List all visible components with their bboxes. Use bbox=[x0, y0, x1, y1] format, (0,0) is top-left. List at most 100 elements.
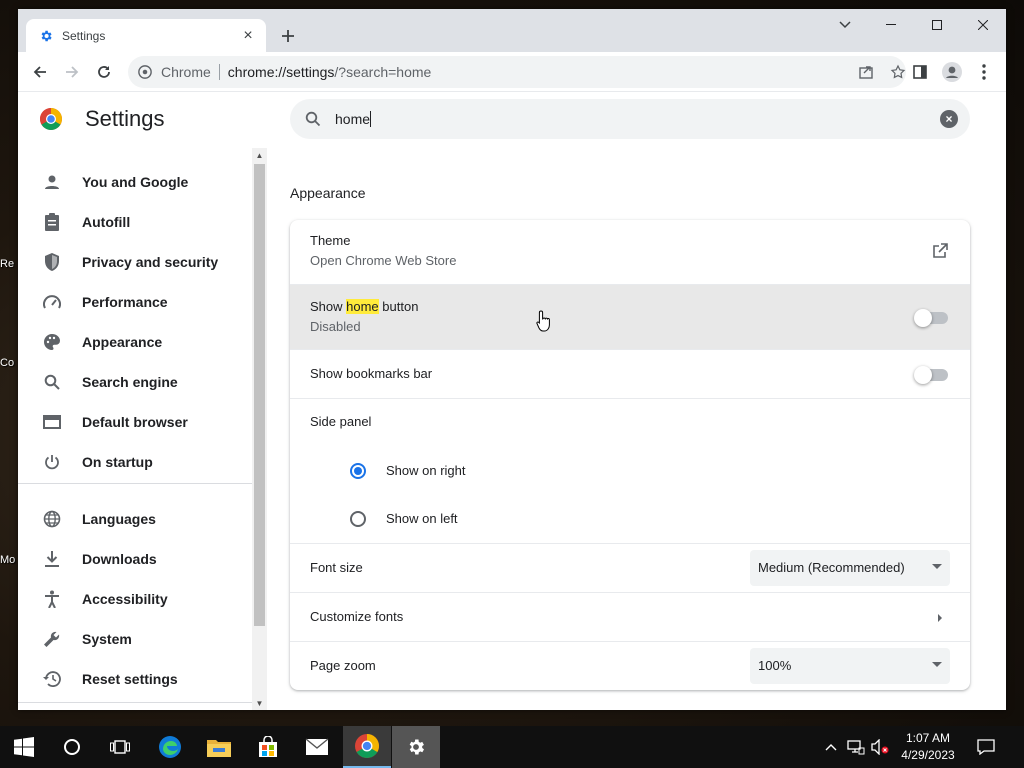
sidebar-scrollbar[interactable]: ▲ ▼ bbox=[252, 148, 267, 710]
close-window-button[interactable] bbox=[960, 9, 1006, 41]
row-subtitle: Disabled bbox=[310, 319, 361, 334]
sidebar-item-label: Downloads bbox=[82, 551, 157, 567]
sidebar-item-system[interactable]: System bbox=[18, 619, 252, 659]
close-tab-icon[interactable]: × bbox=[240, 27, 256, 44]
select-value: 100% bbox=[758, 658, 792, 673]
forward-button[interactable] bbox=[58, 58, 86, 86]
sidebar-item-reset-settings[interactable]: Reset settings bbox=[18, 659, 252, 699]
chrome-taskbar-icon[interactable] bbox=[343, 726, 391, 768]
sidebar-item-downloads[interactable]: Downloads bbox=[18, 539, 252, 579]
sidebar-item-languages[interactable]: Languages bbox=[18, 499, 252, 539]
sidebar-item-label: Search engine bbox=[82, 374, 178, 390]
person-icon bbox=[42, 172, 62, 192]
row-title-part: button bbox=[378, 299, 419, 314]
sidebar-item-label: Appearance bbox=[82, 334, 163, 350]
sidebar-item-appearance[interactable]: Appearance bbox=[18, 322, 252, 362]
customize-fonts-row[interactable]: Customize fonts bbox=[290, 592, 970, 641]
cortana-search-icon[interactable] bbox=[48, 726, 96, 768]
desktop-icon-label[interactable]: Re bbox=[0, 258, 14, 270]
bookmarks-bar-toggle[interactable] bbox=[914, 366, 948, 384]
sidebar-item-autofill[interactable]: Autofill bbox=[18, 202, 252, 242]
search-input[interactable]: home bbox=[335, 111, 372, 127]
side-panel-row: Side panel Show on right Show on left bbox=[290, 398, 970, 543]
task-view-icon[interactable] bbox=[96, 726, 144, 768]
home-button-toggle[interactable] bbox=[914, 309, 948, 327]
sidebar-item-you-and-google[interactable]: You and Google bbox=[18, 162, 252, 202]
page-title: Settings bbox=[85, 106, 165, 131]
radio-show-on-right[interactable] bbox=[350, 463, 366, 479]
minimize-button[interactable] bbox=[868, 9, 914, 41]
taskbar: 1:07 AM 4/29/2023 bbox=[0, 726, 1024, 768]
clipboard-icon bbox=[42, 212, 62, 232]
sidebar-item-on-startup[interactable]: On startup bbox=[18, 442, 252, 482]
start-button[interactable] bbox=[0, 726, 48, 768]
download-icon bbox=[42, 549, 62, 569]
address-bar[interactable]: Chrome chrome://settings/?search=home bbox=[128, 56, 906, 88]
search-input-value: home bbox=[335, 111, 371, 127]
maximize-button[interactable] bbox=[914, 9, 960, 41]
scroll-up-arrow-icon[interactable]: ▲ bbox=[252, 148, 267, 162]
chrome-logo-icon bbox=[40, 108, 62, 130]
url-host: chrome://settings bbox=[227, 64, 335, 80]
open-external-icon[interactable] bbox=[930, 241, 950, 261]
desktop-icon-label[interactable]: Mo bbox=[0, 554, 15, 566]
chrome-logo-icon[interactable] bbox=[137, 64, 153, 80]
store-icon[interactable] bbox=[244, 726, 292, 768]
radio-label[interactable]: Show on right bbox=[386, 463, 466, 478]
sidebar-item-label: Accessibility bbox=[82, 591, 168, 607]
home-button-row[interactable]: Show home button Disabled bbox=[290, 284, 970, 349]
url-text: chrome://settings/?search=home bbox=[228, 64, 432, 80]
sidebar-item-accessibility[interactable]: Accessibility bbox=[18, 579, 252, 619]
select-value: Medium (Recommended) bbox=[758, 560, 905, 575]
sidebar-item-search-engine[interactable]: Search engine bbox=[18, 362, 252, 402]
toggle-knob bbox=[914, 366, 932, 384]
clock-date: 4/29/2023 bbox=[901, 748, 955, 762]
desktop-icon-label[interactable]: Co bbox=[0, 357, 14, 369]
network-icon[interactable] bbox=[845, 726, 867, 768]
font-size-select[interactable]: Medium (Recommended) bbox=[750, 550, 950, 586]
toggle-knob bbox=[914, 309, 932, 327]
volume-muted-icon[interactable] bbox=[869, 726, 891, 768]
search-highlight: home bbox=[346, 299, 379, 314]
radio-label[interactable]: Show on left bbox=[386, 511, 458, 526]
side-panel-icon[interactable] bbox=[906, 58, 934, 86]
show-hidden-icons-chevron-icon[interactable] bbox=[822, 726, 840, 768]
radio-show-on-left[interactable] bbox=[350, 511, 366, 527]
back-button[interactable] bbox=[26, 58, 54, 86]
clock-time: 1:07 AM bbox=[905, 731, 951, 745]
sidebar-item-performance[interactable]: Performance bbox=[18, 282, 252, 322]
notifications-icon[interactable] bbox=[972, 726, 1000, 768]
file-explorer-icon[interactable] bbox=[195, 726, 243, 768]
scrollbar-thumb[interactable] bbox=[254, 164, 265, 626]
accessibility-icon bbox=[42, 589, 62, 609]
omnibox-chrome-label: Chrome bbox=[161, 64, 211, 80]
mail-icon[interactable] bbox=[293, 726, 341, 768]
bookmarks-bar-row[interactable]: Show bookmarks bar bbox=[290, 349, 970, 398]
sidebar-item-label: Default browser bbox=[82, 414, 188, 430]
more-menu-icon[interactable] bbox=[970, 58, 998, 86]
share-icon[interactable] bbox=[858, 64, 874, 85]
dropdown-arrow-icon bbox=[932, 662, 942, 667]
settings-search-field[interactable]: home × bbox=[290, 99, 970, 139]
new-tab-button[interactable] bbox=[276, 24, 300, 48]
chrome-window: Settings × Chrome chrome://settings/?sea… bbox=[18, 9, 1006, 710]
row-title: Show home button bbox=[310, 299, 418, 314]
reload-button[interactable] bbox=[90, 58, 118, 86]
page-zoom-select[interactable]: 100% bbox=[750, 648, 950, 684]
hand-cursor-icon bbox=[536, 310, 550, 332]
taskbar-clock[interactable]: 1:07 AM 4/29/2023 bbox=[893, 730, 963, 764]
clear-search-icon[interactable]: × bbox=[940, 110, 958, 128]
theme-row[interactable]: Theme Open Chrome Web Store bbox=[290, 220, 970, 284]
text-caret bbox=[370, 111, 372, 127]
sidebar-item-label: On startup bbox=[82, 454, 153, 470]
sidebar-item-label: Autofill bbox=[82, 214, 131, 230]
profile-avatar-icon[interactable] bbox=[938, 58, 966, 86]
sidebar-item-privacy[interactable]: Privacy and security bbox=[18, 242, 252, 282]
settings-gear-taskbar-icon[interactable] bbox=[392, 726, 440, 768]
tab-search-button[interactable] bbox=[822, 9, 868, 41]
bookmark-star-icon[interactable] bbox=[890, 64, 906, 85]
scroll-down-arrow-icon[interactable]: ▼ bbox=[252, 696, 267, 710]
edge-icon[interactable] bbox=[146, 726, 194, 768]
tab-settings[interactable]: Settings × bbox=[26, 19, 266, 52]
sidebar-item-default-browser[interactable]: Default browser bbox=[18, 402, 252, 442]
